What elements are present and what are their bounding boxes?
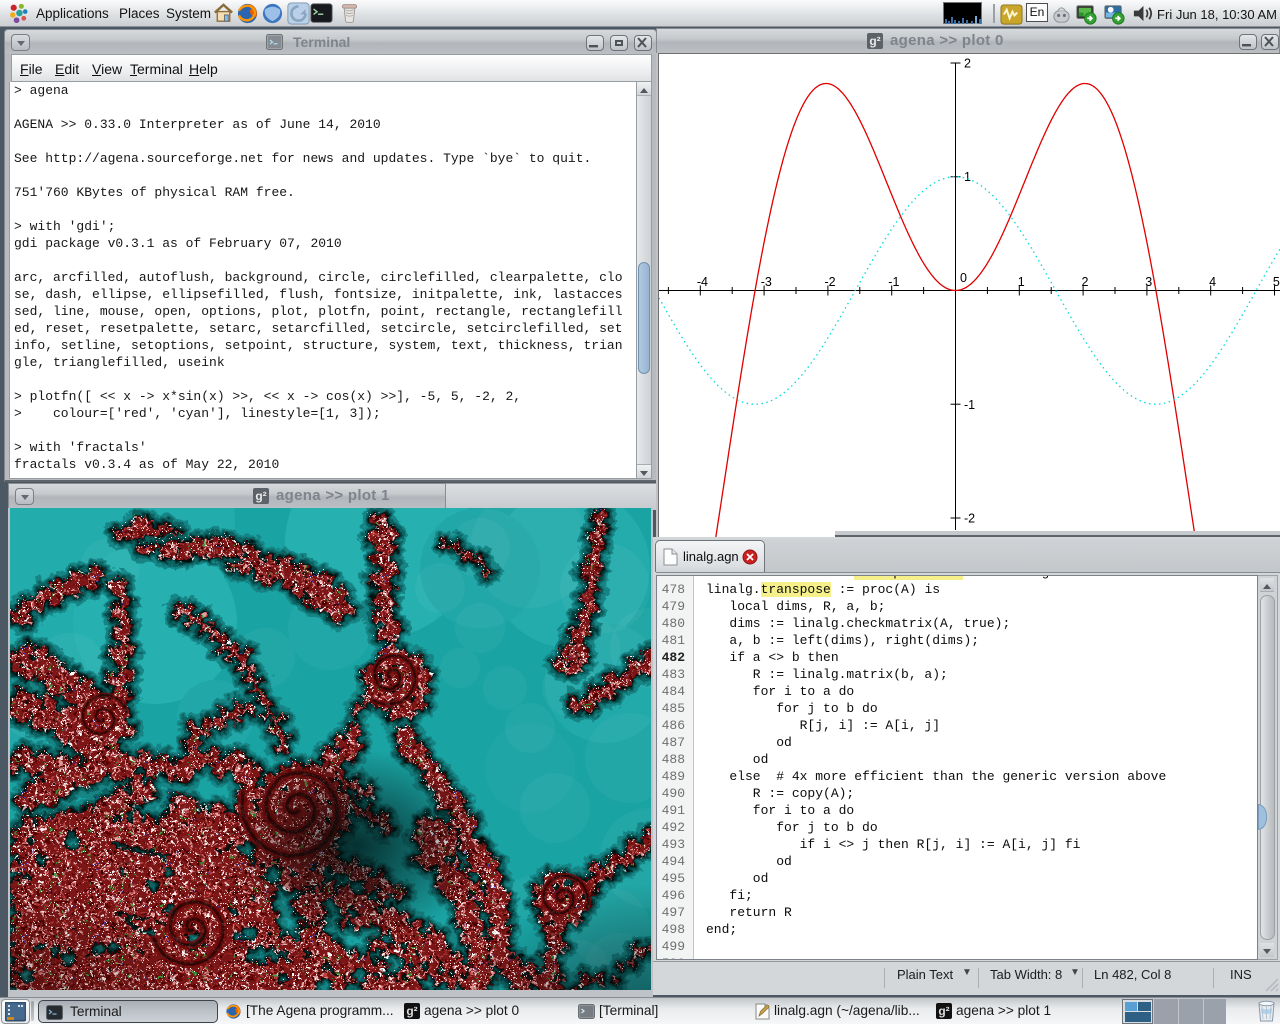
- svg-text:1: 1: [1018, 275, 1025, 289]
- svg-text:-3: -3: [761, 275, 772, 289]
- svg-text:2: 2: [1082, 275, 1089, 289]
- svg-text:4: 4: [1209, 275, 1216, 289]
- svg-text:1: 1: [964, 170, 971, 184]
- svg-text:5: 5: [1273, 275, 1280, 289]
- svg-text:-2: -2: [964, 512, 975, 526]
- svg-text:3: 3: [1145, 275, 1152, 289]
- svg-text:-2: -2: [825, 275, 836, 289]
- svg-text:-4: -4: [697, 275, 708, 289]
- svg-text:-1: -1: [964, 398, 975, 412]
- svg-text:2: 2: [964, 57, 971, 71]
- svg-text:0: 0: [960, 271, 967, 285]
- svg-text:-1: -1: [888, 275, 899, 289]
